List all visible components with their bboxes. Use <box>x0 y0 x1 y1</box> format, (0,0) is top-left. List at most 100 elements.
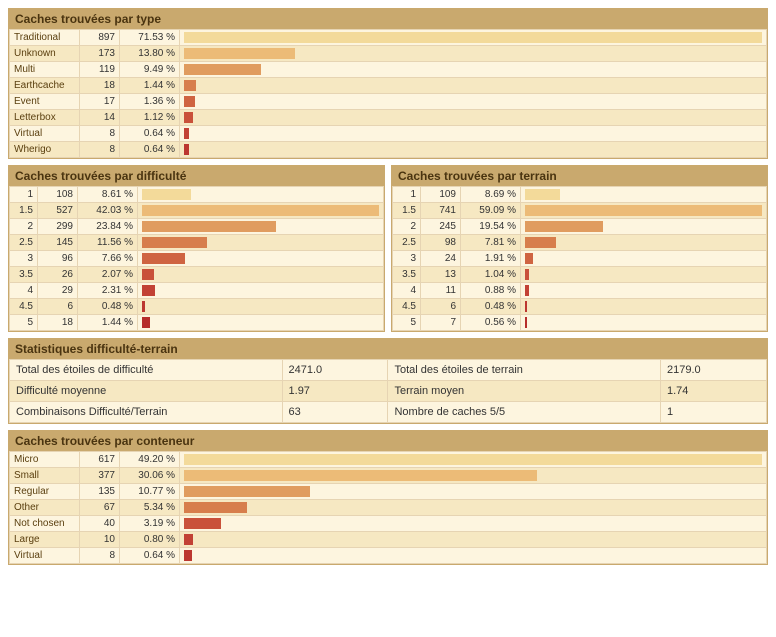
table-row: 229923.84 % <box>10 219 384 235</box>
bar-fill <box>142 189 191 200</box>
row-count: 145 <box>38 235 78 251</box>
row-percent: 10.77 % <box>120 484 180 500</box>
stats-label: Total des étoiles de terrain <box>388 360 661 381</box>
bar-fill <box>525 237 556 248</box>
row-bar-cell <box>138 251 384 267</box>
row-label: Virtual <box>10 548 80 564</box>
row-bar-cell <box>138 187 384 203</box>
row-label: 2 <box>393 219 421 235</box>
row-bar-cell <box>180 30 767 46</box>
row-label: Letterbox <box>10 110 80 126</box>
table-row: Virtual80.64 % <box>10 126 767 142</box>
row-percent: 1.04 % <box>461 267 521 283</box>
table-row: 4110.88 % <box>393 283 767 299</box>
table-row: Not chosen403.19 % <box>10 516 767 532</box>
row-percent: 0.64 % <box>120 548 180 564</box>
row-percent: 8.69 % <box>461 187 521 203</box>
row-bar-cell <box>180 500 767 516</box>
bar-fill <box>142 269 154 280</box>
table-row: Difficulté moyenne1.97Terrain moyen1.74 <box>10 381 767 402</box>
row-bar-cell <box>521 315 767 331</box>
row-count: 108 <box>38 187 78 203</box>
row-bar-cell <box>180 110 767 126</box>
row-percent: 3.19 % <box>120 516 180 532</box>
row-bar-cell <box>521 235 767 251</box>
row-label: Unknown <box>10 46 80 62</box>
stats-label: Difficulté moyenne <box>10 381 283 402</box>
row-percent: 1.44 % <box>120 78 180 94</box>
row-count: 119 <box>80 62 120 78</box>
table-row: 4292.31 % <box>10 283 384 299</box>
row-bar-cell <box>180 142 767 158</box>
row-count: 299 <box>38 219 78 235</box>
row-bar-cell <box>138 283 384 299</box>
bar-fill <box>142 285 155 296</box>
row-percent: 5.34 % <box>120 500 180 516</box>
row-label: 2 <box>10 219 38 235</box>
row-percent: 0.56 % <box>461 315 521 331</box>
row-bar-cell <box>138 315 384 331</box>
table-row: Unknown17313.80 % <box>10 46 767 62</box>
row-label: 3 <box>393 251 421 267</box>
diff-terrain-row: Caches trouvées par difficulté 11088.61 … <box>8 165 768 338</box>
table-row: Regular13510.77 % <box>10 484 767 500</box>
row-label: 5 <box>393 315 421 331</box>
row-label: 1.5 <box>393 203 421 219</box>
row-bar-cell <box>138 203 384 219</box>
bar-fill <box>142 237 207 248</box>
row-percent: 19.54 % <box>461 219 521 235</box>
row-count: 98 <box>421 235 461 251</box>
table-row: Event171.36 % <box>10 94 767 110</box>
row-bar-cell <box>180 78 767 94</box>
row-percent: 71.53 % <box>120 30 180 46</box>
row-count: 26 <box>38 267 78 283</box>
stats-value: 63 <box>282 402 388 423</box>
row-count: 17 <box>80 94 120 110</box>
row-percent: 59.09 % <box>461 203 521 219</box>
row-bar-cell <box>521 219 767 235</box>
row-bar-cell <box>138 299 384 315</box>
bar-fill <box>184 144 189 155</box>
terrain-panel: Caches trouvées par terrain 11098.69 % 1.… <box>391 165 768 332</box>
row-count: 109 <box>421 187 461 203</box>
bar-fill <box>184 96 195 107</box>
terrain-panel-title: Caches trouvées par terrain <box>392 166 767 186</box>
row-percent: 7.81 % <box>461 235 521 251</box>
bar-fill <box>525 301 527 312</box>
row-count: 897 <box>80 30 120 46</box>
stats-value: 2471.0 <box>282 360 388 381</box>
row-percent: 13.80 % <box>120 46 180 62</box>
row-bar-cell <box>180 548 767 564</box>
container-table: Micro61749.20 %Small37730.06 %Regular135… <box>9 451 767 564</box>
table-row: 4.560.48 % <box>393 299 767 315</box>
table-row: Virtual80.64 % <box>10 548 767 564</box>
table-row: Large100.80 % <box>10 532 767 548</box>
row-label: 1.5 <box>10 203 38 219</box>
bar-fill <box>184 550 192 561</box>
row-count: 18 <box>80 78 120 94</box>
row-label: 5 <box>10 315 38 331</box>
difficulty-panel: Caches trouvées par difficulté 11088.61 … <box>8 165 385 332</box>
table-row: 224519.54 % <box>393 219 767 235</box>
row-percent: 1.91 % <box>461 251 521 267</box>
bar-fill <box>525 285 529 296</box>
row-label: Not chosen <box>10 516 80 532</box>
row-label: Regular <box>10 484 80 500</box>
row-percent: 9.49 % <box>120 62 180 78</box>
row-bar-cell <box>180 452 767 468</box>
row-percent: 0.88 % <box>461 283 521 299</box>
row-label: 4.5 <box>393 299 421 315</box>
table-row: 5181.44 % <box>10 315 384 331</box>
stats-panel: Statistiques difficulté-terrain Total de… <box>8 338 768 424</box>
row-percent: 1.12 % <box>120 110 180 126</box>
row-percent: 0.48 % <box>78 299 138 315</box>
row-count: 24 <box>421 251 461 267</box>
table-row: 3967.66 % <box>10 251 384 267</box>
row-count: 11 <box>421 283 461 299</box>
row-label: Earthcache <box>10 78 80 94</box>
table-row: Total des étoiles de difficulté2471.0Tot… <box>10 360 767 381</box>
row-count: 29 <box>38 283 78 299</box>
row-bar-cell <box>180 516 767 532</box>
row-label: 1 <box>393 187 421 203</box>
row-label: Virtual <box>10 126 80 142</box>
